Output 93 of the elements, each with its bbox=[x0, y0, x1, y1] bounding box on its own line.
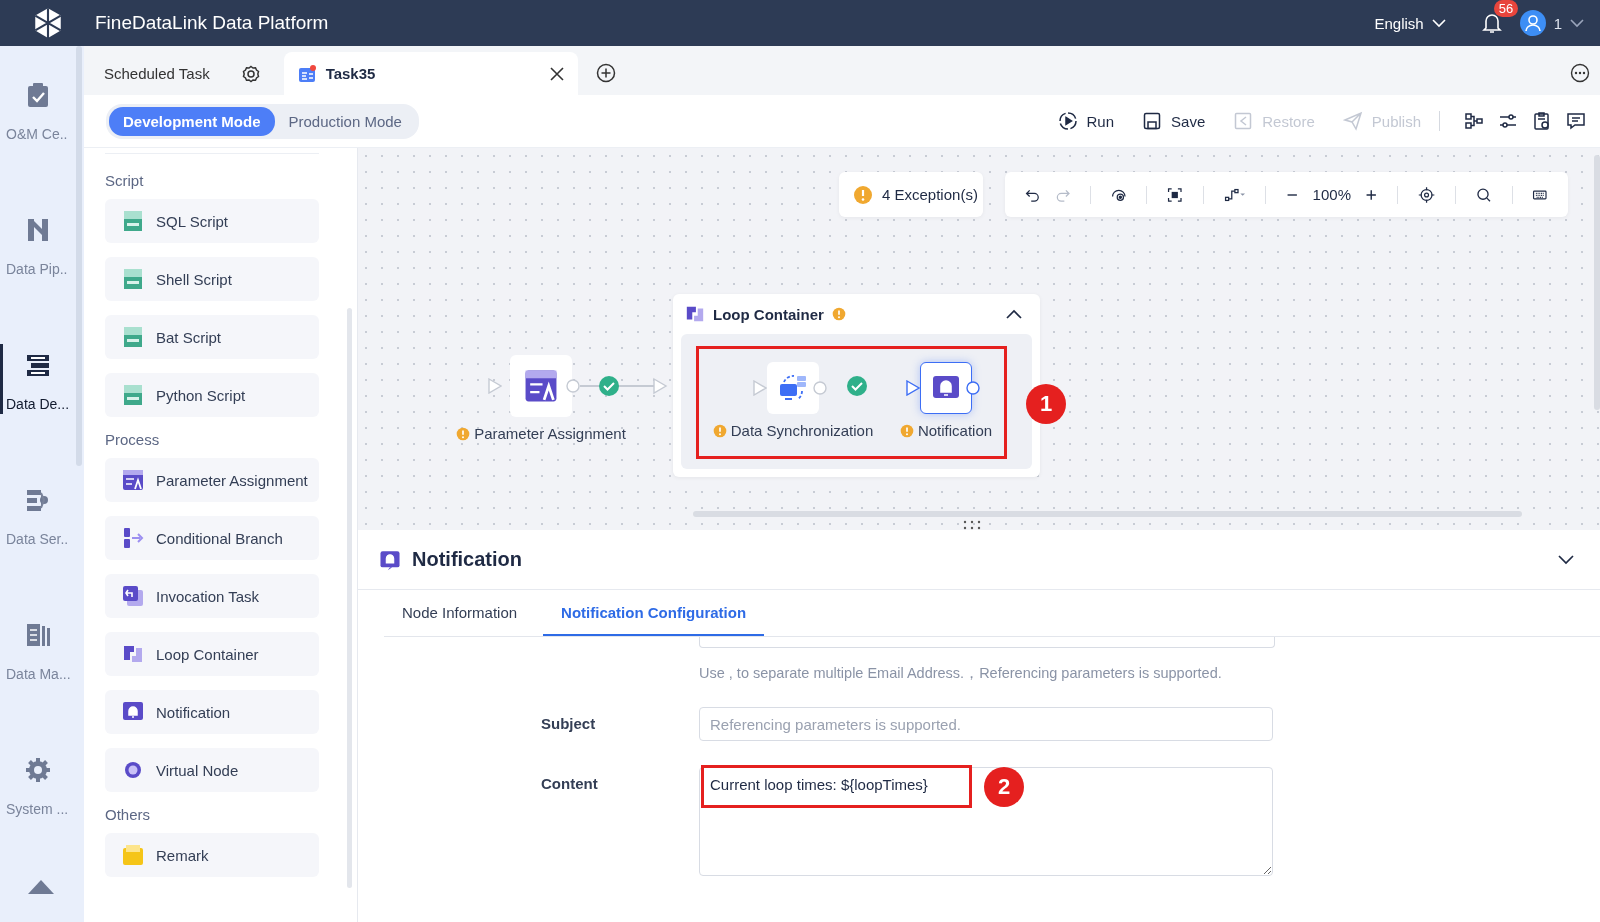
input-field[interactable] bbox=[699, 637, 1275, 648]
exceptions-indicator[interactable]: 4 Exception(s) bbox=[839, 172, 983, 217]
node-type-icon bbox=[122, 384, 144, 406]
chevron-icon[interactable] bbox=[1006, 309, 1022, 319]
check-circle-icon bbox=[846, 375, 868, 397]
node-type-icon bbox=[122, 701, 144, 723]
node-card[interactable] bbox=[510, 355, 572, 417]
panel-tab[interactable]: Notification Configuration bbox=[543, 590, 765, 636]
close-icon[interactable] bbox=[549, 66, 564, 81]
container-title: Loop Container bbox=[713, 305, 824, 323]
input-port-icon bbox=[488, 378, 502, 394]
parameter-form-icon bbox=[524, 369, 558, 403]
restore-icon bbox=[1233, 111, 1254, 131]
panel-tab[interactable]: Node Information bbox=[384, 590, 536, 636]
mode-option[interactable]: Development Mode bbox=[109, 106, 275, 136]
node-label: Data Synchronization bbox=[730, 422, 874, 439]
group-heading: Script bbox=[105, 172, 145, 189]
app-title: FineDataLink Data Platform bbox=[95, 12, 329, 34]
node-type-icon bbox=[122, 844, 144, 866]
output-port-icon bbox=[566, 379, 580, 393]
node-palette-item[interactable]: Python Script bbox=[105, 373, 319, 417]
settings-icon bbox=[25, 757, 51, 783]
warning-icon bbox=[853, 184, 873, 205]
clipboard-settings-icon[interactable] bbox=[1532, 111, 1552, 131]
loop-icon bbox=[685, 304, 705, 324]
sliders-icon[interactable] bbox=[1498, 111, 1518, 131]
node-palette-item[interactable]: Virtual Node bbox=[105, 748, 319, 792]
node-tree-icon[interactable] bbox=[1464, 111, 1484, 131]
group-heading: Process bbox=[105, 431, 161, 448]
bookshelf-icon bbox=[25, 622, 51, 648]
clipboard-check-icon bbox=[25, 82, 51, 108]
field-label: Content bbox=[541, 774, 599, 792]
node-type-icon bbox=[122, 759, 144, 781]
monitor-database-icon bbox=[778, 373, 808, 403]
node-palette-item[interactable]: Invocation Task bbox=[105, 574, 319, 618]
subject-field[interactable]: Referencing parameters is supported. bbox=[699, 707, 1273, 741]
document-tab[interactable]: Scheduled Task bbox=[104, 52, 276, 95]
node-type-icon bbox=[122, 268, 144, 290]
node-card[interactable] bbox=[767, 362, 819, 414]
mode-option[interactable]: Production Mode bbox=[274, 106, 416, 136]
horizontal-scrollbar[interactable] bbox=[693, 511, 1522, 517]
comment-icon[interactable] bbox=[1566, 111, 1586, 131]
play-icon bbox=[1057, 111, 1078, 131]
save-button[interactable]: Save bbox=[1142, 111, 1206, 131]
bell-icon bbox=[379, 548, 401, 571]
run-button[interactable]: Run bbox=[1057, 111, 1115, 131]
user-menu[interactable]: 1 bbox=[1553, 14, 1584, 32]
node-type-icon bbox=[122, 585, 144, 607]
avatar-icon[interactable] bbox=[1519, 10, 1546, 36]
node-palette-item[interactable]: Remark bbox=[105, 833, 319, 877]
field-label: Subject bbox=[541, 714, 597, 732]
bell-icon[interactable] bbox=[1481, 12, 1502, 34]
node-type-icon bbox=[122, 326, 144, 348]
network-icon bbox=[25, 487, 51, 513]
settings-icon[interactable] bbox=[241, 64, 260, 83]
paper-plane-icon bbox=[1342, 111, 1363, 131]
node-type-icon bbox=[122, 469, 144, 491]
language-dropdown[interactable]: English bbox=[1374, 14, 1446, 32]
add-tab-icon[interactable] bbox=[595, 63, 616, 83]
help-text: Use , to separate multiple Email Address.，Referencing parameters is supported. bbox=[699, 664, 1223, 683]
node-type-icon bbox=[122, 527, 144, 549]
zoom-level: 100% bbox=[1312, 186, 1351, 203]
chevron-down-icon[interactable] bbox=[1558, 554, 1574, 565]
output-port-icon bbox=[813, 381, 827, 395]
server-stack-icon bbox=[25, 352, 51, 378]
vertical-scrollbar[interactable] bbox=[1594, 155, 1600, 410]
node-type-icon bbox=[122, 643, 144, 665]
output-port-icon bbox=[966, 381, 980, 395]
node-type-icon bbox=[122, 210, 144, 232]
panel-title: Notification bbox=[412, 548, 522, 571]
pipeline-icon bbox=[25, 217, 51, 243]
check-circle-icon bbox=[598, 375, 620, 397]
node-palette-item[interactable]: Bat Script bbox=[105, 315, 319, 359]
group-heading: Others bbox=[105, 806, 151, 823]
triangle-logo-icon[interactable] bbox=[28, 880, 54, 894]
node-label: Parameter Assignment bbox=[474, 425, 626, 442]
node-palette-item[interactable]: Conditional Branch bbox=[105, 516, 319, 560]
resize-handle-icon[interactable] bbox=[963, 520, 981, 530]
node-palette-item[interactable]: Notification bbox=[105, 690, 319, 734]
chevron-down-icon bbox=[1431, 18, 1446, 28]
document-tab[interactable]: Task35 bbox=[283, 52, 578, 95]
chevron-down-icon bbox=[1570, 18, 1584, 28]
callout-number: 1 bbox=[1026, 384, 1066, 424]
node-palette-item[interactable]: Shell Script bbox=[105, 257, 319, 301]
node-palette-item[interactable]: SQL Script bbox=[105, 199, 319, 243]
notification-count-badge: 56 bbox=[1493, 0, 1519, 17]
node-palette-item[interactable]: Parameter Assignment bbox=[105, 458, 319, 502]
node-card[interactable] bbox=[920, 362, 972, 414]
node-palette-item[interactable]: Loop Container bbox=[105, 632, 319, 676]
arrow-in-icon bbox=[653, 377, 668, 395]
calendar-icon bbox=[297, 64, 316, 83]
more-icon[interactable] bbox=[1570, 63, 1590, 83]
node-label: Notification bbox=[917, 422, 993, 439]
